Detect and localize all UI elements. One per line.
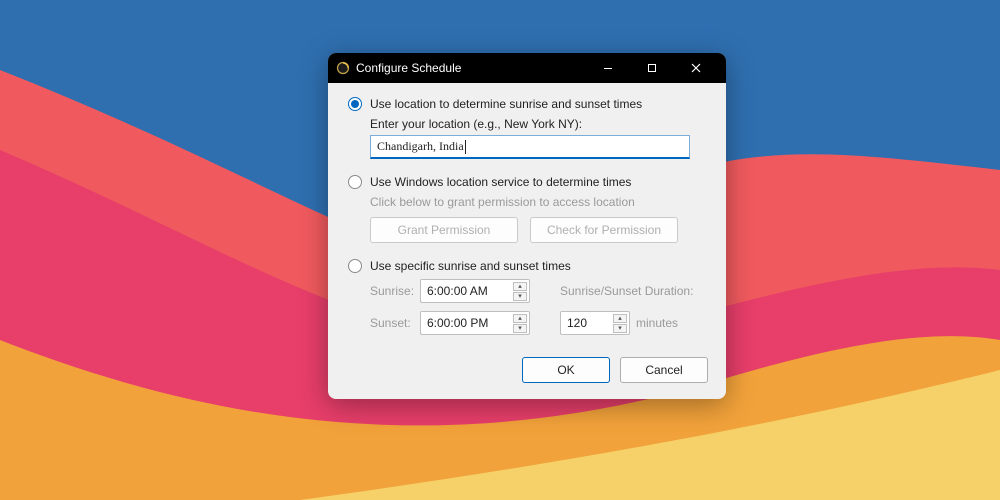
cancel-button[interactable]: Cancel — [620, 357, 708, 383]
sunrise-time-input[interactable]: 6:00:00 AM ▴▾ — [420, 279, 530, 303]
spinner-up-icon[interactable]: ▴ — [613, 314, 627, 323]
dialog-footer: OK Cancel — [328, 349, 726, 399]
spinner-down-icon[interactable]: ▾ — [513, 324, 527, 333]
duration-label: Sunrise/Sunset Duration: — [560, 284, 700, 298]
grant-permission-button[interactable]: Grant Permission — [370, 217, 518, 243]
radio-windows-location-label: Use Windows location service to determin… — [370, 175, 631, 189]
app-icon — [336, 61, 350, 75]
spinner-down-icon[interactable]: ▾ — [613, 324, 627, 333]
location-input[interactable]: Chandigarh, India — [370, 135, 690, 159]
titlebar[interactable]: Configure Schedule — [328, 53, 726, 83]
permission-hint: Click below to grant permission to acces… — [370, 195, 706, 209]
spinner-down-icon[interactable]: ▾ — [513, 292, 527, 301]
radio-specific-times-label: Use specific sunrise and sunset times — [370, 259, 571, 273]
spinner-up-icon[interactable]: ▴ — [513, 314, 527, 323]
configure-schedule-dialog: Configure Schedule Use location to deter… — [328, 53, 726, 399]
text-caret — [465, 140, 466, 154]
check-permission-button[interactable]: Check for Permission — [530, 217, 678, 243]
radio-specific-times[interactable] — [348, 259, 362, 273]
close-button[interactable] — [674, 53, 718, 83]
sunrise-label: Sunrise: — [370, 284, 420, 298]
sunset-time-input[interactable]: 6:00:00 PM ▴▾ — [420, 311, 530, 335]
minutes-label: minutes — [636, 316, 678, 330]
location-input-value: Chandigarh, India — [377, 139, 464, 154]
duration-input[interactable]: 120 ▴▾ — [560, 311, 630, 335]
minimize-button[interactable] — [586, 53, 630, 83]
radio-windows-location[interactable] — [348, 175, 362, 189]
radio-use-location[interactable] — [348, 97, 362, 111]
location-prompt: Enter your location (e.g., New York NY): — [370, 117, 706, 131]
ok-button[interactable]: OK — [522, 357, 610, 383]
window-title: Configure Schedule — [356, 61, 461, 75]
sunset-label: Sunset: — [370, 316, 420, 330]
radio-use-location-label: Use location to determine sunrise and su… — [370, 97, 642, 111]
spinner-up-icon[interactable]: ▴ — [513, 282, 527, 291]
maximize-button[interactable] — [630, 53, 674, 83]
